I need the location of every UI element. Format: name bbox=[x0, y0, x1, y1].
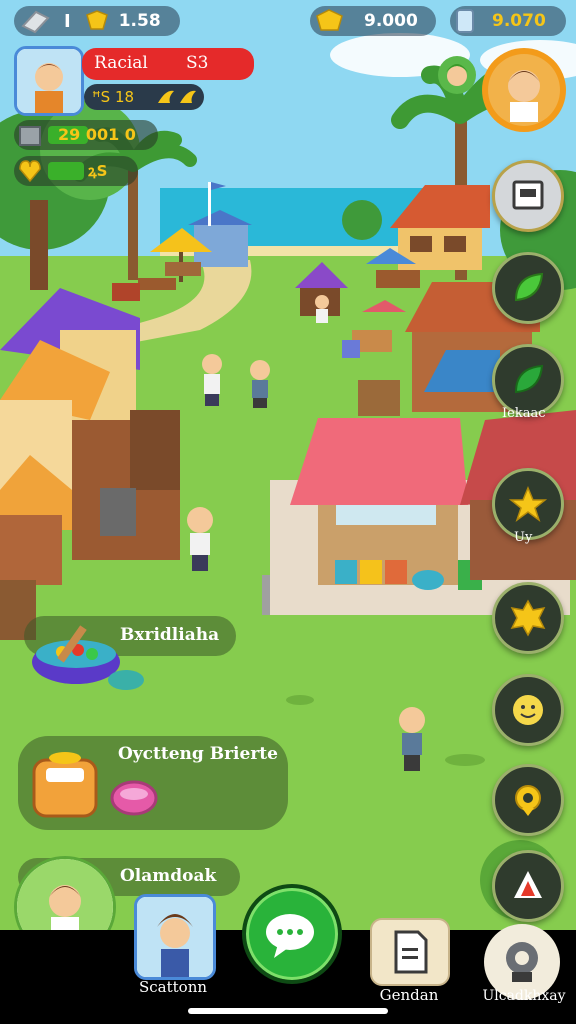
mortar-bowl-icon bbox=[32, 625, 144, 690]
smiley-icon bbox=[513, 695, 543, 725]
medal-icon bbox=[515, 785, 541, 816]
villager[interactable] bbox=[250, 360, 270, 408]
gold-counter[interactable]: 9.000 bbox=[310, 6, 436, 36]
star-icon bbox=[508, 486, 548, 522]
nav-profile-label: Scattonn bbox=[138, 978, 208, 996]
home-indicator[interactable] bbox=[188, 1008, 388, 1014]
villager[interactable] bbox=[315, 295, 329, 323]
nav-shop-label: Gendan bbox=[379, 986, 439, 1004]
crate-icon bbox=[19, 126, 41, 146]
chat-button[interactable] bbox=[242, 884, 342, 984]
smiley-button[interactable] bbox=[492, 674, 564, 746]
wing-icon bbox=[180, 90, 196, 103]
inventory-button[interactable] bbox=[492, 160, 564, 232]
gold-icon bbox=[85, 10, 108, 30]
leaf-icon bbox=[514, 272, 544, 302]
document-icon bbox=[394, 930, 428, 974]
alert-icon bbox=[514, 871, 542, 898]
crate-counter[interactable]: 29 001 0 bbox=[14, 120, 158, 150]
badge-icon bbox=[510, 599, 546, 637]
player-level: S3 bbox=[186, 53, 209, 73]
villager[interactable] bbox=[202, 354, 222, 406]
player-avatar[interactable] bbox=[14, 46, 84, 116]
player-substats: ꟸS 18 bbox=[84, 84, 204, 110]
crystal-icon bbox=[456, 9, 474, 33]
stone-icon bbox=[21, 10, 50, 34]
player-name-bar: Racial S3 bbox=[82, 48, 254, 80]
nav-profile-button[interactable] bbox=[134, 894, 216, 980]
chat-icon bbox=[266, 914, 314, 958]
leaf-icon bbox=[514, 364, 544, 394]
profile-avatar-button[interactable] bbox=[482, 48, 566, 132]
medal-button[interactable] bbox=[492, 764, 564, 836]
crystal-counter[interactable]: 9.070 bbox=[450, 6, 566, 36]
leaf-button[interactable] bbox=[492, 252, 564, 324]
game-screen: I 1.58 9.000 9.070 Racial S3 ꟸS 18 29 00… bbox=[0, 0, 576, 1024]
palm-tree bbox=[128, 170, 138, 280]
heart-gold-icon bbox=[19, 160, 41, 183]
badge-button[interactable] bbox=[492, 582, 564, 654]
nav-settings-label: Ulcadkhxay bbox=[482, 988, 566, 1004]
nature-button-label: Iekaac bbox=[502, 406, 546, 421]
player-name: Racial bbox=[94, 53, 148, 73]
panel-icon bbox=[512, 180, 544, 210]
avatar bbox=[488, 54, 560, 126]
avatar bbox=[17, 49, 81, 113]
heart-bar bbox=[48, 162, 84, 180]
stone-counter[interactable]: I 1.58 bbox=[14, 6, 180, 36]
wing-icon bbox=[158, 90, 174, 103]
pink-roof-stall bbox=[290, 418, 468, 505]
avatar bbox=[137, 897, 213, 977]
nav-shop-button[interactable] bbox=[370, 918, 450, 986]
heart-counter[interactable]: ꝝS bbox=[14, 156, 138, 186]
pot-icon bbox=[32, 752, 158, 818]
gold-icon bbox=[316, 9, 343, 31]
character-card-label: Olamdoak bbox=[120, 866, 217, 886]
alert-button[interactable] bbox=[492, 850, 564, 922]
avatar bbox=[446, 64, 468, 86]
star-button-label: Uy bbox=[514, 530, 533, 545]
friend-avatar[interactable] bbox=[438, 56, 476, 94]
